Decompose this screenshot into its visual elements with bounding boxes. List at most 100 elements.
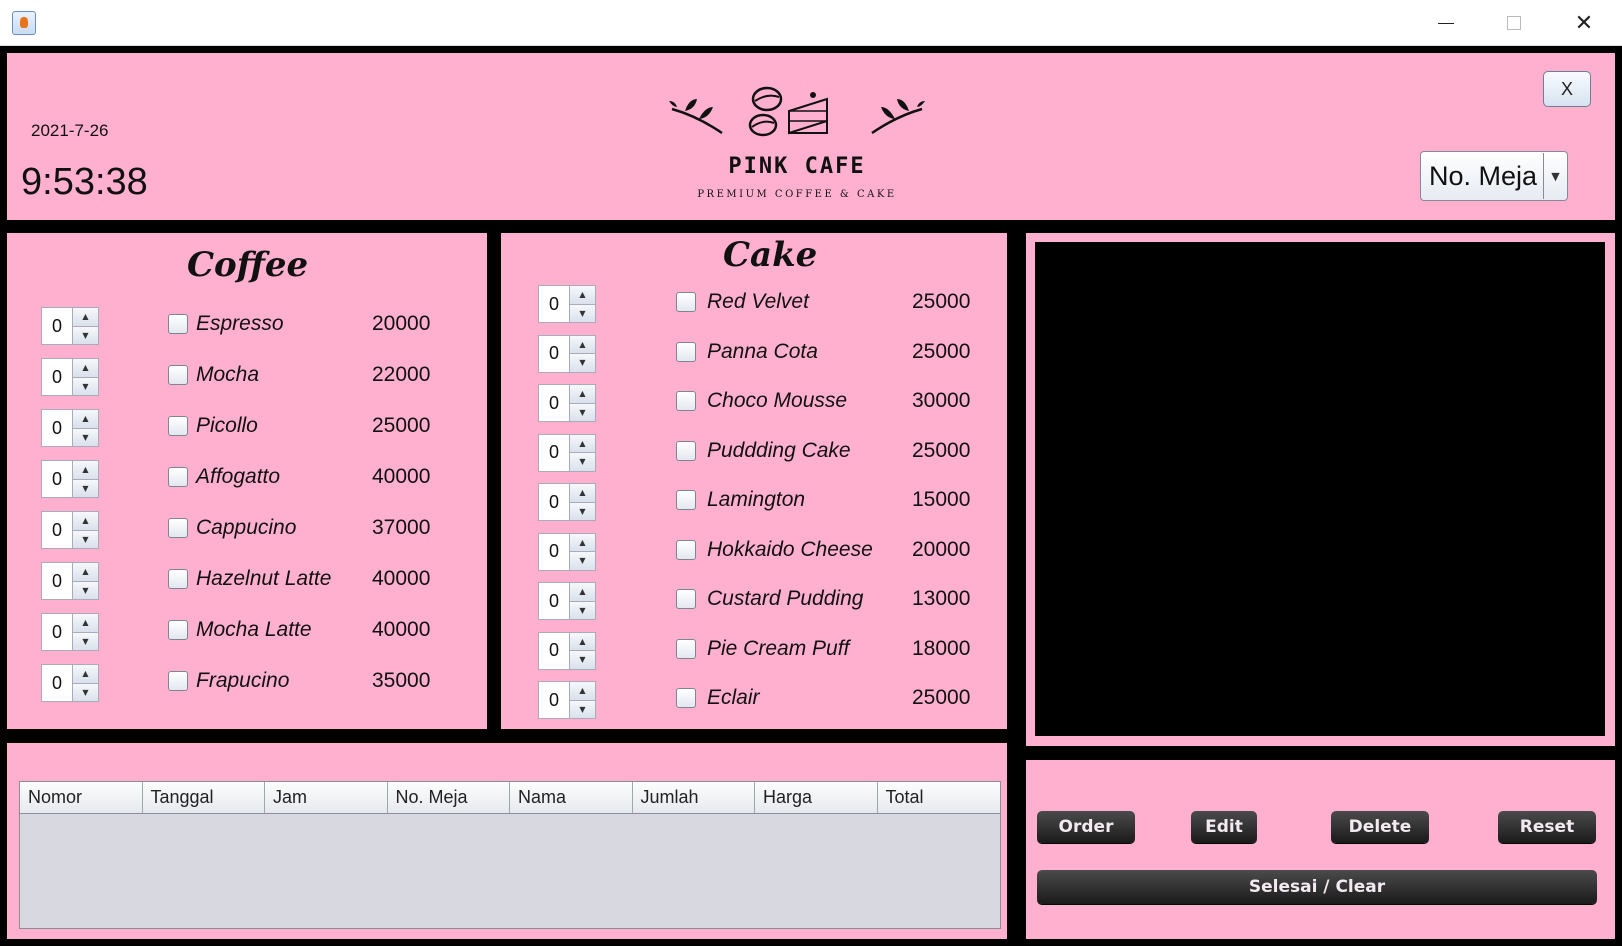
- item-checkbox[interactable]: [676, 440, 696, 461]
- item-checkbox[interactable]: [168, 569, 188, 589]
- quantity-stepper[interactable]: 0 ▲ ▼: [538, 582, 596, 620]
- item-checkbox[interactable]: [168, 416, 188, 436]
- quantity-stepper[interactable]: 0 ▲ ▼: [538, 532, 596, 571]
- edit-button[interactable]: Edit: [1191, 811, 1257, 843]
- quantity-value[interactable]: 0: [42, 563, 72, 599]
- increment-icon[interactable]: ▲: [570, 484, 595, 503]
- decrement-icon[interactable]: ▼: [73, 428, 98, 446]
- increment-icon[interactable]: ▲: [570, 583, 595, 602]
- column-header[interactable]: Nama: [510, 782, 633, 813]
- chevron-down-icon[interactable]: ▼: [1543, 153, 1567, 199]
- quantity-stepper[interactable]: 0 ▲ ▼: [538, 334, 596, 373]
- decrement-icon[interactable]: ▼: [73, 326, 98, 344]
- quantity-value[interactable]: 0: [539, 633, 569, 669]
- quantity-stepper[interactable]: 0 ▲ ▼: [41, 511, 99, 549]
- quantity-value[interactable]: 0: [539, 484, 569, 520]
- column-header[interactable]: Jumlah: [633, 782, 755, 813]
- column-header[interactable]: Tanggal: [143, 782, 265, 813]
- increment-icon[interactable]: ▲: [73, 359, 98, 378]
- quantity-value[interactable]: 0: [42, 614, 72, 650]
- column-header[interactable]: Total: [878, 782, 1001, 813]
- quantity-stepper[interactable]: 0 ▲ ▼: [41, 460, 99, 498]
- quantity-value[interactable]: 0: [539, 682, 569, 718]
- increment-icon[interactable]: ▲: [73, 614, 98, 633]
- item-checkbox[interactable]: [168, 314, 188, 334]
- item-checkbox[interactable]: [676, 341, 696, 362]
- table-number-select[interactable]: No. Meja ▼: [1420, 151, 1568, 201]
- quantity-value[interactable]: 0: [42, 461, 72, 497]
- decrement-icon[interactable]: ▼: [73, 632, 98, 650]
- item-checkbox[interactable]: [168, 671, 188, 691]
- item-checkbox[interactable]: [168, 467, 188, 487]
- quantity-stepper[interactable]: 0 ▲ ▼: [538, 433, 596, 472]
- quantity-value[interactable]: 0: [539, 534, 569, 570]
- finish-clear-button[interactable]: Selesai / Clear: [1037, 870, 1597, 904]
- reset-button[interactable]: Reset: [1498, 811, 1596, 843]
- quantity-stepper[interactable]: 0 ▲ ▼: [41, 409, 99, 447]
- quantity-stepper[interactable]: 0 ▲ ▼: [41, 562, 99, 600]
- item-checkbox[interactable]: [168, 365, 188, 385]
- increment-icon[interactable]: ▲: [570, 335, 595, 354]
- item-checkbox[interactable]: [676, 638, 696, 659]
- decrement-icon[interactable]: ▼: [73, 581, 98, 599]
- column-header[interactable]: No. Meja: [388, 782, 510, 813]
- item-checkbox[interactable]: [676, 292, 696, 312]
- item-checkbox[interactable]: [676, 391, 696, 411]
- quantity-stepper[interactable]: 0 ▲ ▼: [538, 681, 596, 719]
- decrement-icon[interactable]: ▼: [570, 700, 595, 718]
- increment-icon[interactable]: ▲: [570, 632, 595, 651]
- close-app-button[interactable]: X: [1543, 71, 1591, 107]
- quantity-value[interactable]: 0: [42, 665, 72, 701]
- item-checkbox[interactable]: [168, 620, 188, 640]
- increment-icon[interactable]: ▲: [570, 682, 595, 701]
- increment-icon[interactable]: ▲: [73, 563, 98, 582]
- quantity-value[interactable]: 0: [42, 410, 72, 446]
- decrement-icon[interactable]: ▼: [570, 403, 595, 421]
- increment-icon[interactable]: ▲: [570, 434, 595, 453]
- window-close-button[interactable]: ✕: [1550, 0, 1618, 46]
- decrement-icon[interactable]: ▼: [570, 354, 595, 372]
- increment-icon[interactable]: ▲: [570, 286, 595, 305]
- item-checkbox[interactable]: [676, 589, 696, 609]
- decrement-icon[interactable]: ▼: [73, 530, 98, 548]
- quantity-stepper[interactable]: 0 ▲ ▼: [538, 285, 596, 323]
- decrement-icon[interactable]: ▼: [570, 552, 595, 570]
- column-header[interactable]: Harga: [755, 782, 878, 813]
- quantity-value[interactable]: 0: [42, 308, 72, 344]
- decrement-icon[interactable]: ▼: [73, 479, 98, 497]
- quantity-value[interactable]: 0: [539, 583, 569, 619]
- quantity-value[interactable]: 0: [539, 435, 569, 471]
- quantity-value[interactable]: 0: [539, 336, 569, 372]
- item-checkbox[interactable]: [676, 688, 696, 708]
- item-checkbox[interactable]: [168, 518, 188, 538]
- decrement-icon[interactable]: ▼: [570, 651, 595, 669]
- quantity-stepper[interactable]: 0 ▲ ▼: [41, 358, 99, 396]
- increment-icon[interactable]: ▲: [73, 308, 98, 327]
- order-button[interactable]: Order: [1037, 811, 1135, 843]
- item-checkbox[interactable]: [676, 490, 696, 510]
- quantity-value[interactable]: 0: [539, 385, 569, 421]
- maximize-button[interactable]: [1480, 0, 1548, 46]
- decrement-icon[interactable]: ▼: [73, 377, 98, 395]
- quantity-value[interactable]: 0: [42, 512, 72, 548]
- decrement-icon[interactable]: ▼: [73, 683, 98, 701]
- column-header[interactable]: Jam: [265, 782, 388, 813]
- quantity-value[interactable]: 0: [42, 359, 72, 395]
- delete-button[interactable]: Delete: [1331, 811, 1429, 843]
- decrement-icon[interactable]: ▼: [570, 304, 595, 322]
- decrement-icon[interactable]: ▼: [570, 453, 595, 471]
- column-header[interactable]: Nomor: [20, 782, 143, 813]
- increment-icon[interactable]: ▲: [73, 665, 98, 684]
- decrement-icon[interactable]: ▼: [570, 502, 595, 520]
- increment-icon[interactable]: ▲: [73, 410, 98, 429]
- quantity-stepper[interactable]: 0 ▲ ▼: [538, 631, 596, 670]
- quantity-stepper[interactable]: 0 ▲ ▼: [538, 384, 596, 422]
- increment-icon[interactable]: ▲: [570, 533, 595, 552]
- increment-icon[interactable]: ▲: [570, 385, 595, 404]
- quantity-stepper[interactable]: 0 ▲ ▼: [538, 483, 596, 521]
- increment-icon[interactable]: ▲: [73, 461, 98, 480]
- quantity-stepper[interactable]: 0 ▲ ▼: [41, 613, 99, 651]
- quantity-stepper[interactable]: 0 ▲ ▼: [41, 307, 99, 345]
- quantity-stepper[interactable]: 0 ▲ ▼: [41, 664, 99, 702]
- orders-table[interactable]: Nomor Tanggal Jam No. Meja Nama Jumlah Harga To…: [19, 781, 1001, 929]
